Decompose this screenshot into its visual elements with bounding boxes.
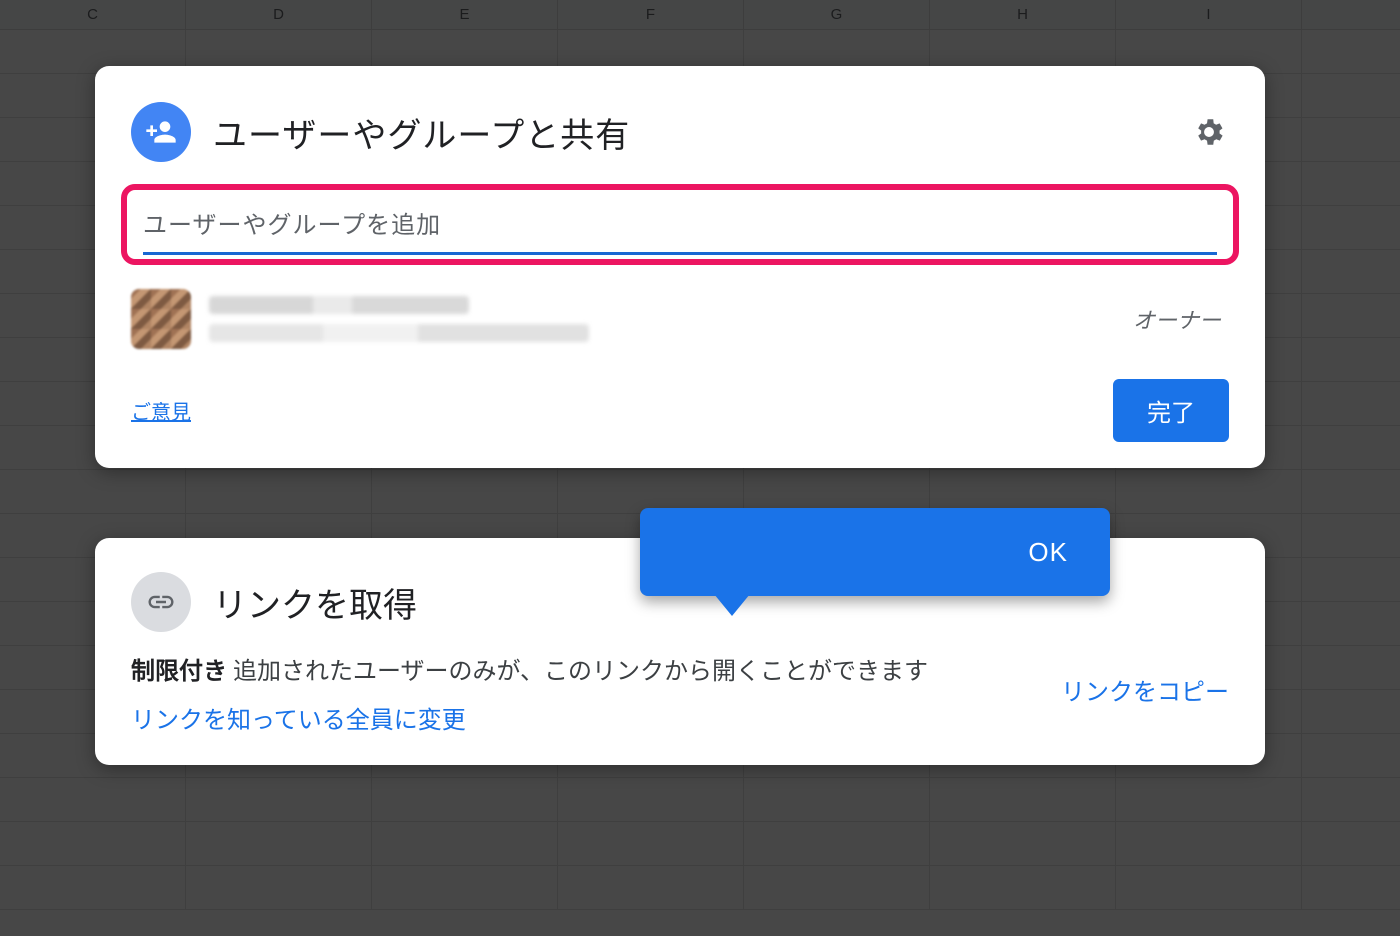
column-header: D	[186, 0, 372, 29]
get-link-body: 制限付き追加されたユーザーのみが、このリンクから開くことができます リンクを知っ…	[131, 654, 1229, 735]
gear-icon	[1192, 115, 1226, 149]
owner-identity	[209, 296, 1115, 342]
change-to-anyone-link[interactable]: リンクを知っている全員に変更	[131, 700, 1037, 735]
column-header: E	[372, 0, 558, 29]
share-dialog-title: ユーザーやグループと共有	[213, 108, 1167, 157]
onboarding-callout: OK	[640, 508, 1110, 596]
column-header: C	[0, 0, 186, 29]
column-header: F	[558, 0, 744, 29]
callout-ok-button[interactable]: OK	[1028, 537, 1068, 568]
link-icon	[131, 572, 191, 632]
copy-link-button[interactable]: リンクをコピー	[1061, 654, 1229, 707]
add-people-input[interactable]	[143, 202, 1217, 255]
add-people-highlight	[121, 184, 1239, 265]
get-link-title: リンクを取得	[213, 578, 417, 627]
link-restricted-prefix: 制限付き	[131, 658, 227, 685]
share-dialog-header: ユーザーやグループと共有	[125, 90, 1235, 184]
column-header: G	[744, 0, 930, 29]
settings-button[interactable]	[1189, 112, 1229, 152]
owner-avatar	[131, 289, 191, 349]
link-restricted-desc: 追加されたユーザーのみが、このリンクから開くことができます	[233, 658, 928, 685]
column-header: H	[930, 0, 1116, 29]
owner-name-redacted	[209, 296, 469, 314]
done-button[interactable]: 完了	[1113, 379, 1229, 442]
person-add-icon	[131, 102, 191, 162]
send-feedback-link[interactable]: ご意見	[131, 396, 191, 425]
column-header: I	[1116, 0, 1302, 29]
link-restricted-text: 制限付き追加されたユーザーのみが、このリンクから開くことができます	[131, 654, 1037, 690]
owner-row: オーナー	[125, 279, 1235, 369]
owner-role-label: オーナー	[1133, 303, 1229, 335]
owner-email-redacted	[209, 324, 589, 342]
share-dialog-footer: ご意見 完了	[125, 369, 1235, 442]
column-headers-row: C D E F G H I	[0, 0, 1400, 30]
share-dialog: ユーザーやグループと共有 オーナー ご意見 完了	[95, 66, 1265, 468]
